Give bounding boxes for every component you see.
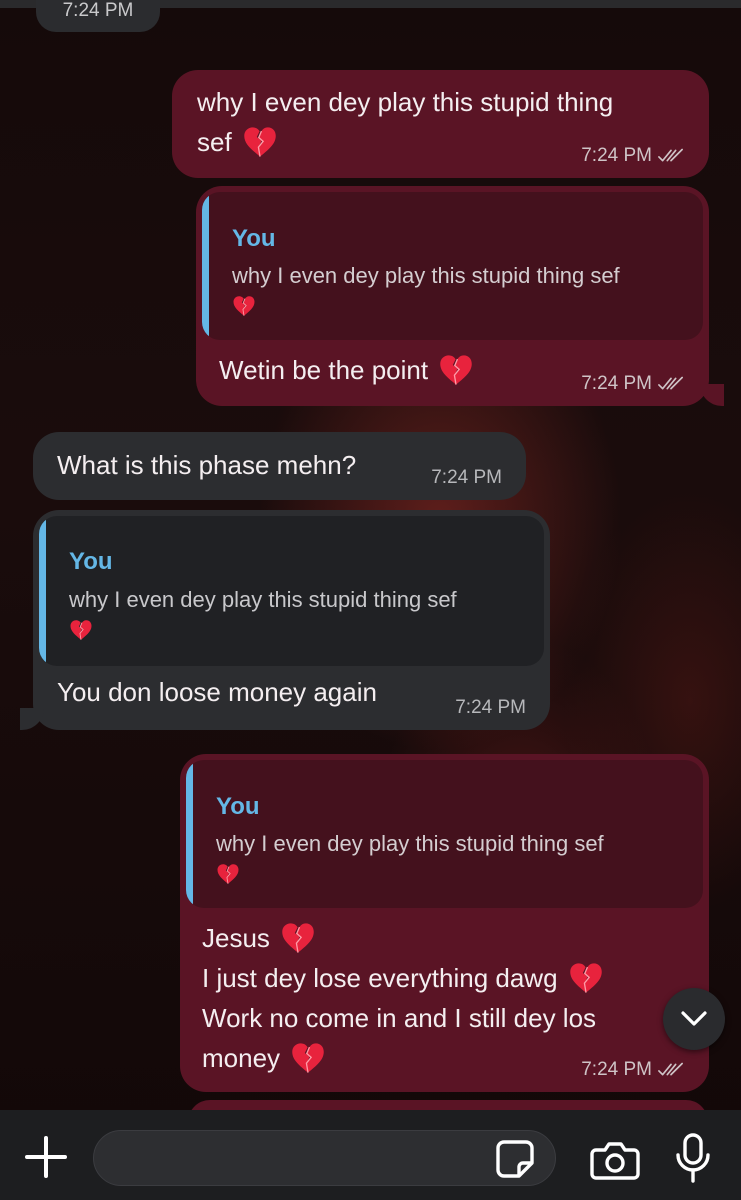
message-text: You don loose money again <box>57 677 377 707</box>
broken-heart-icon <box>290 1040 326 1076</box>
message-line: sef <box>197 127 232 157</box>
reply-accent-bar <box>186 760 193 908</box>
message-line: why I even dey play this stupid thing <box>197 87 614 117</box>
broken-heart-icon <box>242 124 278 160</box>
message-time: 7:24 PM <box>431 467 502 488</box>
reply-snippet: why I even dey play this stupid thing se… <box>69 584 529 642</box>
outgoing-message[interactable]: You why I even dey play this stupid thin… <box>196 186 709 406</box>
reply-author: You <box>232 225 276 252</box>
read-receipt-icon <box>658 1062 684 1078</box>
broken-heart-icon <box>69 618 93 642</box>
reply-quote[interactable]: You why I even dey play this stupid thin… <box>186 760 703 908</box>
reply-snippet: why I even dey play this stupid thing se… <box>232 260 692 318</box>
incoming-message[interactable]: You why I even dey play this stupid thin… <box>33 510 550 730</box>
broken-heart-icon <box>216 862 240 886</box>
message-time: 7:24 PM <box>455 697 526 718</box>
read-receipt-icon <box>658 376 684 392</box>
broken-heart-icon <box>438 352 474 388</box>
reply-snippet-text: why I even dey play this stupid thing se… <box>216 831 604 856</box>
incoming-message[interactable]: What is this phase mehn? 7:24 PM <box>33 432 526 500</box>
message-line: Work no come in and I still dey los <box>202 1003 597 1033</box>
sticker-icon[interactable] <box>495 1139 535 1179</box>
message-time: 7:24 PM <box>581 145 652 166</box>
message-meta: 7:24 PM <box>581 146 684 166</box>
outgoing-message[interactable]: why I even dey play this stupid thing se… <box>172 70 709 178</box>
message-line: I just dey lose everything dawg <box>202 963 558 993</box>
read-receipt-icon <box>658 148 684 164</box>
broken-heart-icon <box>568 960 604 996</box>
message-meta: 7:24 PM <box>431 468 502 488</box>
message-line: money <box>202 1043 281 1073</box>
reply-quote[interactable]: You why I even dey play this stupid thin… <box>202 192 703 340</box>
message-line: Jesus <box>202 923 270 953</box>
outgoing-message[interactable]: You why I even dey play this stupid thin… <box>180 754 709 1092</box>
reply-author: You <box>216 793 260 820</box>
date-timestamp-pill: 7:24 PM <box>36 0 160 32</box>
camera-icon[interactable] <box>590 1140 640 1180</box>
reply-accent-bar <box>39 516 46 666</box>
broken-heart-icon <box>280 920 316 956</box>
reply-accent-bar <box>202 192 209 340</box>
reply-snippet-text: why I even dey play this stupid thing se… <box>232 263 620 288</box>
reply-quote[interactable]: You why I even dey play this stupid thin… <box>39 516 544 666</box>
timestamp: 7:24 PM <box>62 0 134 21</box>
message-text: Jesus I just dey lose everything dawg Wo… <box>202 918 682 1078</box>
message-input[interactable] <box>93 1130 556 1186</box>
reply-author: You <box>69 548 113 575</box>
reply-snippet: why I even dey play this stupid thing se… <box>216 828 686 886</box>
message-line: Wetin be the point <box>219 355 429 385</box>
message-meta: 7:24 PM <box>581 1060 684 1080</box>
message-text: What is this phase mehn? <box>57 450 357 480</box>
plus-icon[interactable] <box>24 1135 68 1179</box>
microphone-icon[interactable] <box>673 1132 713 1184</box>
message-text: Wetin be the point <box>219 350 474 390</box>
message-time: 7:24 PM <box>581 1059 652 1080</box>
message-composer-bar <box>0 1110 741 1200</box>
message-meta: 7:24 PM <box>581 374 684 394</box>
chevron-down-icon <box>681 1011 707 1026</box>
scroll-to-bottom-button[interactable] <box>663 988 725 1050</box>
message-time: 7:24 PM <box>581 373 652 394</box>
reply-snippet-text: why I even dey play this stupid thing se… <box>69 587 457 612</box>
broken-heart-icon <box>232 294 256 318</box>
message-meta: 7:24 PM <box>455 698 526 718</box>
